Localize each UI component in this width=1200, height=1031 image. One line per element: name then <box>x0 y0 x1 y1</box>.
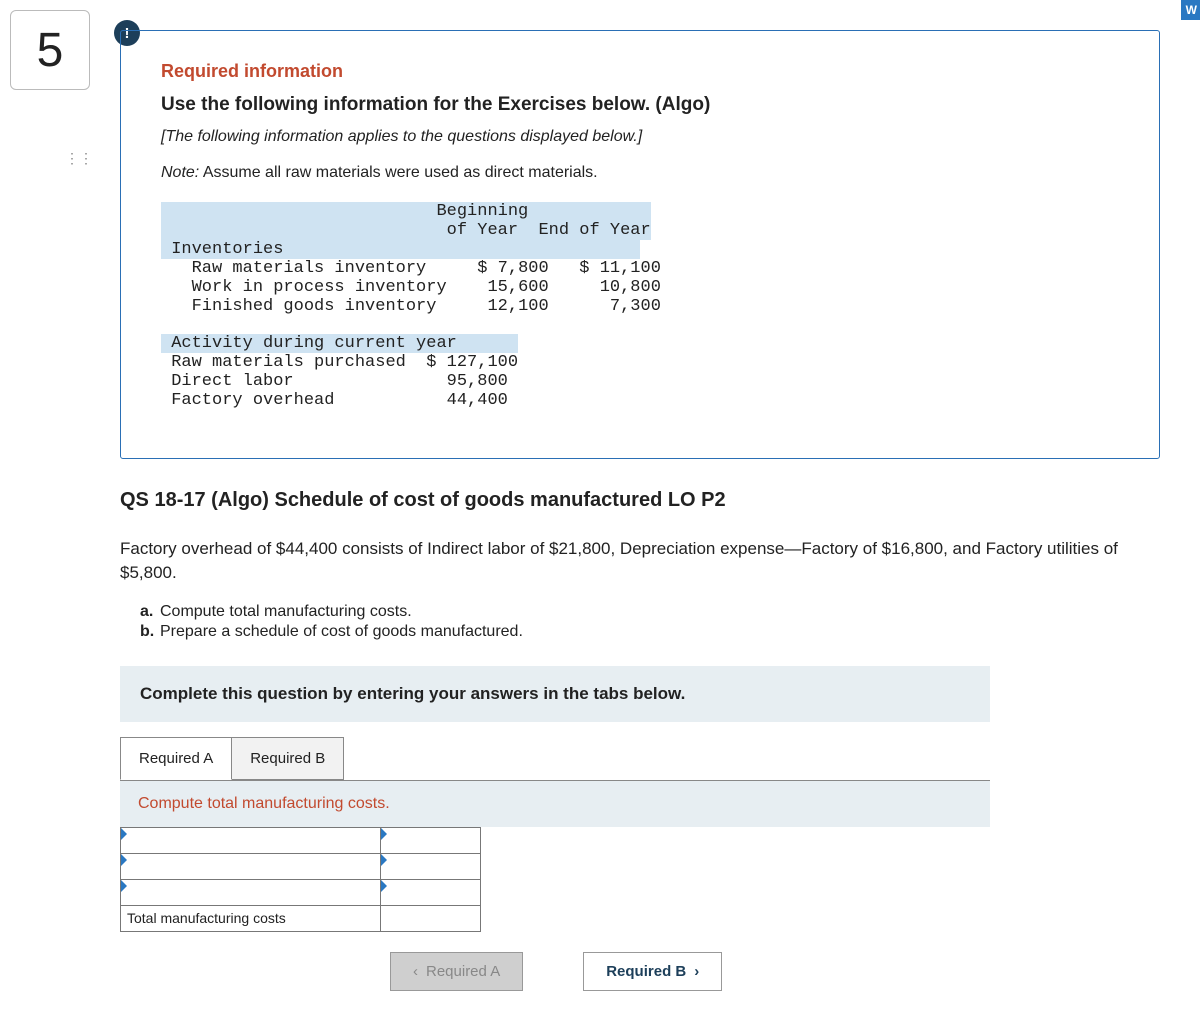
use-info-heading: Use the following information for the Ex… <box>161 94 1119 116</box>
chevron-right-icon: › <box>694 963 699 980</box>
applies-note: [The following information applies to th… <box>161 128 1119 146</box>
complete-instruction: Complete this question by entering your … <box>120 666 990 722</box>
required-info-label: Required information <box>161 61 1119 82</box>
next-label: Required B <box>606 963 686 980</box>
answer-row-3-label[interactable] <box>121 879 381 905</box>
answer-tabs: Required A Required B <box>120 737 1160 780</box>
question-number: 5 <box>37 23 64 78</box>
note-text: Assume all raw materials were used as di… <box>199 164 597 181</box>
task-b: Prepare a schedule of cost of goods manu… <box>160 623 523 640</box>
tab-required-b[interactable]: Required B <box>232 737 344 780</box>
question-title: QS 18-17 (Algo) Schedule of cost of good… <box>120 489 1160 512</box>
tab-required-a[interactable]: Required A <box>120 737 232 780</box>
answer-total-label: Total manufacturing costs <box>121 905 381 931</box>
info-panel: Required information Use the following i… <box>120 30 1160 459</box>
prev-label: Required A <box>426 963 500 980</box>
answer-row-2-label[interactable] <box>121 853 381 879</box>
answer-row-1-label[interactable] <box>121 827 381 853</box>
answer-row-3-value[interactable] <box>381 879 481 905</box>
chevron-left-icon: ‹ <box>413 963 418 980</box>
next-button[interactable]: Required B › <box>583 952 722 991</box>
inventory-table: Beginning of Year End of Year Inventorie… <box>161 202 1119 316</box>
answer-row-1-value[interactable] <box>381 827 481 853</box>
tab-subheader: Compute total manufacturing costs. <box>120 780 990 827</box>
drag-handle-icon: ⋮⋮ <box>65 150 93 167</box>
task-list: a.Compute total manufacturing costs. b.P… <box>140 603 1160 641</box>
activity-table: Activity during current year Raw materia… <box>161 334 1119 410</box>
task-a: Compute total manufacturing costs. <box>160 603 412 620</box>
answer-row-2-value[interactable] <box>381 853 481 879</box>
answer-total-value[interactable] <box>381 905 481 931</box>
note-prefix: Note: <box>161 164 199 181</box>
prev-button: ‹ Required A <box>390 952 523 991</box>
assume-note: Note: Assume all raw materials were used… <box>161 164 1119 182</box>
overhead-detail: Factory overhead of $44,400 consists of … <box>120 537 1160 585</box>
question-number-box: 5 <box>10 10 90 90</box>
answer-table: Total manufacturing costs <box>120 827 481 932</box>
